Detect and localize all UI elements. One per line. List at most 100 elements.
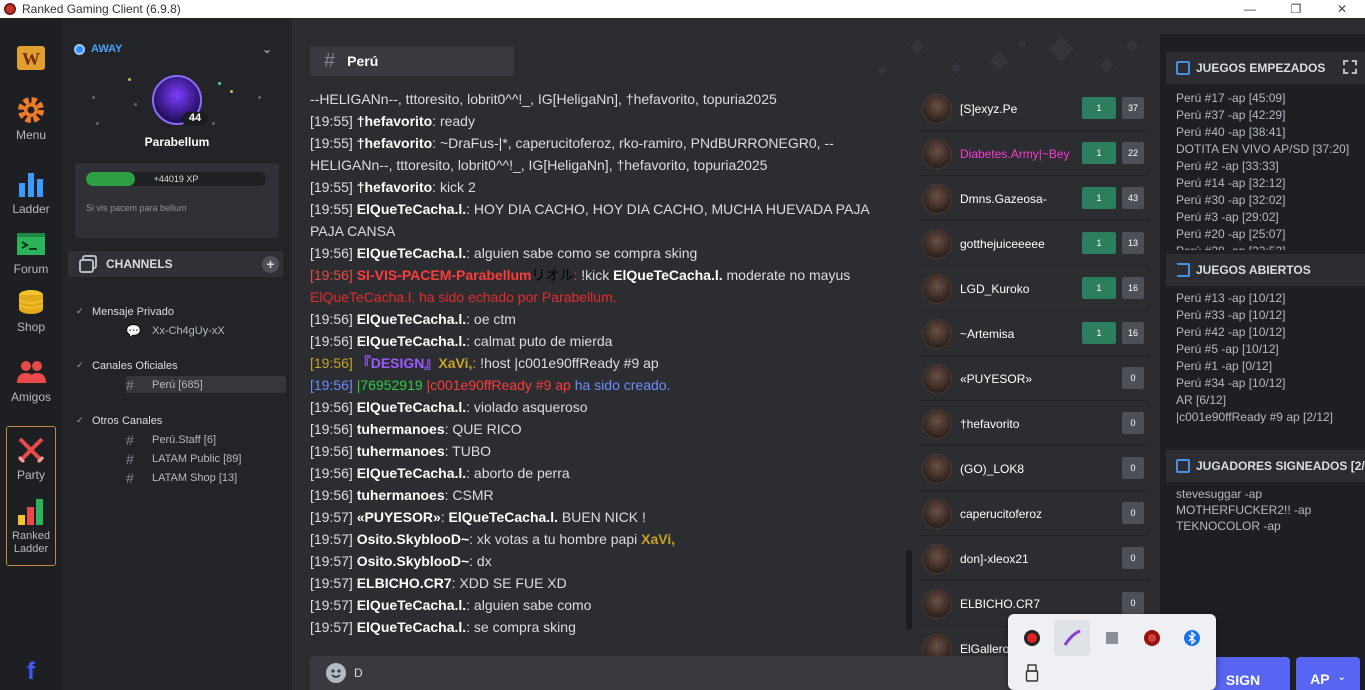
rank-shield-icon xyxy=(922,93,952,124)
user-row[interactable]: caperucitoferoz 0 xyxy=(920,492,1150,536)
channel-item[interactable]: # LATAM Shop [13] xyxy=(126,469,286,486)
tray-app-red-icon[interactable] xyxy=(1014,620,1050,656)
group-canales-oficiales[interactable]: ✓ Canales Oficiales xyxy=(76,360,178,372)
rank-shield-icon xyxy=(922,453,952,484)
scrollbar-thumb[interactable] xyxy=(906,550,912,630)
game-list-item[interactable]: MOTHERFUCKER2!! -ap xyxy=(1176,502,1360,518)
nav-ladder[interactable]: Ladder xyxy=(0,168,62,216)
status-label: AWAY xyxy=(91,43,123,55)
tray-game-client-icon[interactable] xyxy=(1134,620,1170,656)
rank-shield-icon xyxy=(922,408,952,439)
emoji-icon[interactable] xyxy=(326,663,346,683)
open-games-list: Perú #13 -ap [10/12] Perú #33 -ap [10/12]… xyxy=(1176,290,1360,430)
tray-window-icon[interactable] xyxy=(1094,620,1130,656)
channel-item-active[interactable]: # Perú [685] xyxy=(126,376,286,393)
game-list-item[interactable]: Perú #3 -ap [29:02] xyxy=(1176,209,1360,226)
group-otros-canales[interactable]: ✓ Otros Canales xyxy=(76,415,162,427)
add-channel-button[interactable]: + xyxy=(262,256,279,273)
user-row[interactable]: ~Artemisa 1 16 xyxy=(920,312,1150,356)
edit-icon xyxy=(1176,459,1190,473)
expand-icon[interactable] xyxy=(1343,60,1357,74)
channel-item[interactable]: 💬 Xx-Ch4gUy-xX xyxy=(126,322,286,339)
game-list-item[interactable]: AR [6/12] xyxy=(1176,392,1360,409)
game-list-item[interactable]: stevesuggar -ap xyxy=(1176,486,1360,502)
game-list-item[interactable]: Perú #20 -ap [25:07] xyxy=(1176,226,1360,243)
group-mensaje-privado[interactable]: ✓ Mensaje Privado xyxy=(76,306,174,318)
game-list-item[interactable]: Perú #28 -ap [23:52] xyxy=(1176,243,1360,250)
user-row[interactable]: gotthejuiceeeee 1 13 xyxy=(920,222,1150,266)
signed-players-header[interactable]: JUGADORES SIGNEADOS [2/1 xyxy=(1166,450,1365,482)
user-row[interactable]: [S]exyz.Pe 1 37 xyxy=(920,88,1150,131)
count-badge: 13 xyxy=(1122,232,1144,254)
user-row[interactable]: †hefavorito 0 xyxy=(920,402,1150,446)
private-message-icon: 💬 xyxy=(126,323,141,338)
hash-icon: # xyxy=(126,469,134,486)
nav-facebook[interactable]: f xyxy=(0,654,62,688)
bluetooth-icon[interactable] xyxy=(1174,620,1210,656)
nav-forum[interactable]: Forum xyxy=(0,228,62,276)
chat-message: [19:55] †hefavorito: ready xyxy=(310,113,475,129)
game-list-item[interactable]: DOTITA EN VIVO AP/SD [37:20] xyxy=(1176,141,1360,158)
game-list-item[interactable]: TEKNOCOLOR -ap xyxy=(1176,518,1360,534)
game-list-item[interactable]: Perú #14 -ap [32:12] xyxy=(1176,175,1360,192)
nav-party[interactable]: Party xyxy=(0,434,62,482)
game-list-item[interactable]: Perú #17 -ap [45:09] xyxy=(1176,90,1360,107)
nav-ranked-ladder[interactable]: Ranked Ladder xyxy=(0,496,62,556)
game-list-item[interactable]: Perú #1 -ap [0/12] xyxy=(1176,358,1360,375)
started-games-header[interactable]: JUEGOS EMPEZADOS xyxy=(1166,52,1365,84)
game-list-item[interactable]: Perú #13 -ap [10/12] xyxy=(1176,290,1360,307)
usb-drive-icon[interactable] xyxy=(1014,658,1050,688)
chat-input-value[interactable]: D xyxy=(354,666,363,680)
profile-sidebar: AWAY ⌄ 44 Parabellum +44019 XP Si vis pa… xyxy=(62,18,292,690)
ap-dropdown-button[interactable]: AP ⌄ xyxy=(1296,657,1360,690)
count-badge: 0 xyxy=(1122,502,1144,524)
channel-item[interactable]: # Perú.Staff [6] xyxy=(126,431,286,448)
chat-message: [19:56] tuhermanoes: TUBO xyxy=(310,443,492,459)
open-games-header[interactable]: JUEGOS ABIERTOS xyxy=(1166,254,1365,286)
game-list-item[interactable]: Perú #5 -ap [10/12] xyxy=(1176,341,1360,358)
chat-message: [19:56] SI-VIS-PACEM-Parabellumリオル: !kic… xyxy=(310,267,851,283)
chevron-down-icon: ⌄ xyxy=(261,42,272,56)
chat-message: [19:57] ElQueTeCacha.l.: alguien sabe co… xyxy=(310,597,592,613)
chat-message: [19:55] ElQueTeCacha.l.: HOY DIA CACHO, … xyxy=(310,201,869,239)
caret-icon: ✓ xyxy=(76,306,84,316)
chat-message: [19:56] 『DESIGN』XaVi,: !host |c001e90ffR… xyxy=(310,355,659,371)
nav-shop[interactable]: Shop xyxy=(0,286,62,334)
user-row[interactable]: (GO)_LOK8 0 xyxy=(920,447,1150,491)
channels-header[interactable]: CHANNELS + xyxy=(68,251,283,277)
nav-amigos[interactable]: Amigos xyxy=(0,356,62,404)
coins-icon xyxy=(15,286,47,318)
tray-pen-icon[interactable] xyxy=(1054,620,1090,656)
game-list-item[interactable]: Perú #33 -ap [10/12] xyxy=(1176,307,1360,324)
game-list-item[interactable]: |c001e90ffReady #9 ap [2/12] xyxy=(1176,409,1360,426)
channel-item[interactable]: # LATAM Public [89] xyxy=(126,450,286,467)
close-button[interactable]: ✕ xyxy=(1319,0,1365,18)
maximize-button[interactable]: ❐ xyxy=(1273,0,1319,18)
rank-shield-icon xyxy=(922,273,952,304)
minimize-button[interactable]: — xyxy=(1227,0,1273,18)
user-row[interactable]: Dmns.Gazeosa- 1 43 xyxy=(920,177,1150,221)
user-row[interactable]: «PUYESOR» 0 xyxy=(920,357,1150,401)
nav-shop-label: Shop xyxy=(16,320,46,334)
game-list-item[interactable]: Perú #30 -ap [32:02] xyxy=(1176,192,1360,209)
nav-menu[interactable]: Menu xyxy=(0,94,62,142)
game-list-item[interactable]: Perú #2 -ap [33:33] xyxy=(1176,158,1360,175)
rank-shield-icon xyxy=(922,363,952,394)
game-list-item[interactable]: Perú #42 -ap [10/12] xyxy=(1176,324,1360,341)
user-row[interactable]: don]-xleox21 0 xyxy=(920,537,1150,581)
chat-scrollbar[interactable] xyxy=(906,90,912,646)
game-list-item[interactable]: Perú #37 -ap [42:29] xyxy=(1176,107,1360,124)
user-row[interactable]: Diabetes.Army|~Bey 1 22 xyxy=(920,132,1150,176)
enter-icon xyxy=(1176,263,1190,277)
chat-message: [19:57] ElQueTeCacha.l.: se compra sking xyxy=(310,619,576,635)
count-badge: 43 xyxy=(1122,187,1144,209)
game-list-item[interactable]: Perú #40 -ap [38:41] xyxy=(1176,124,1360,141)
count-badge: 0 xyxy=(1122,547,1144,569)
count-badge: 16 xyxy=(1122,322,1144,344)
nav-logo[interactable]: W xyxy=(0,42,62,76)
chat-message: ElQueTeCacha.l. ha sido echado por Parab… xyxy=(310,289,617,305)
user-row[interactable]: LGD_Kuroko 1 16 xyxy=(920,267,1150,311)
caret-icon: ✓ xyxy=(76,415,84,425)
status-selector[interactable]: AWAY ⌄ xyxy=(74,40,272,58)
game-list-item[interactable]: Perú #34 -ap [10/12] xyxy=(1176,375,1360,392)
